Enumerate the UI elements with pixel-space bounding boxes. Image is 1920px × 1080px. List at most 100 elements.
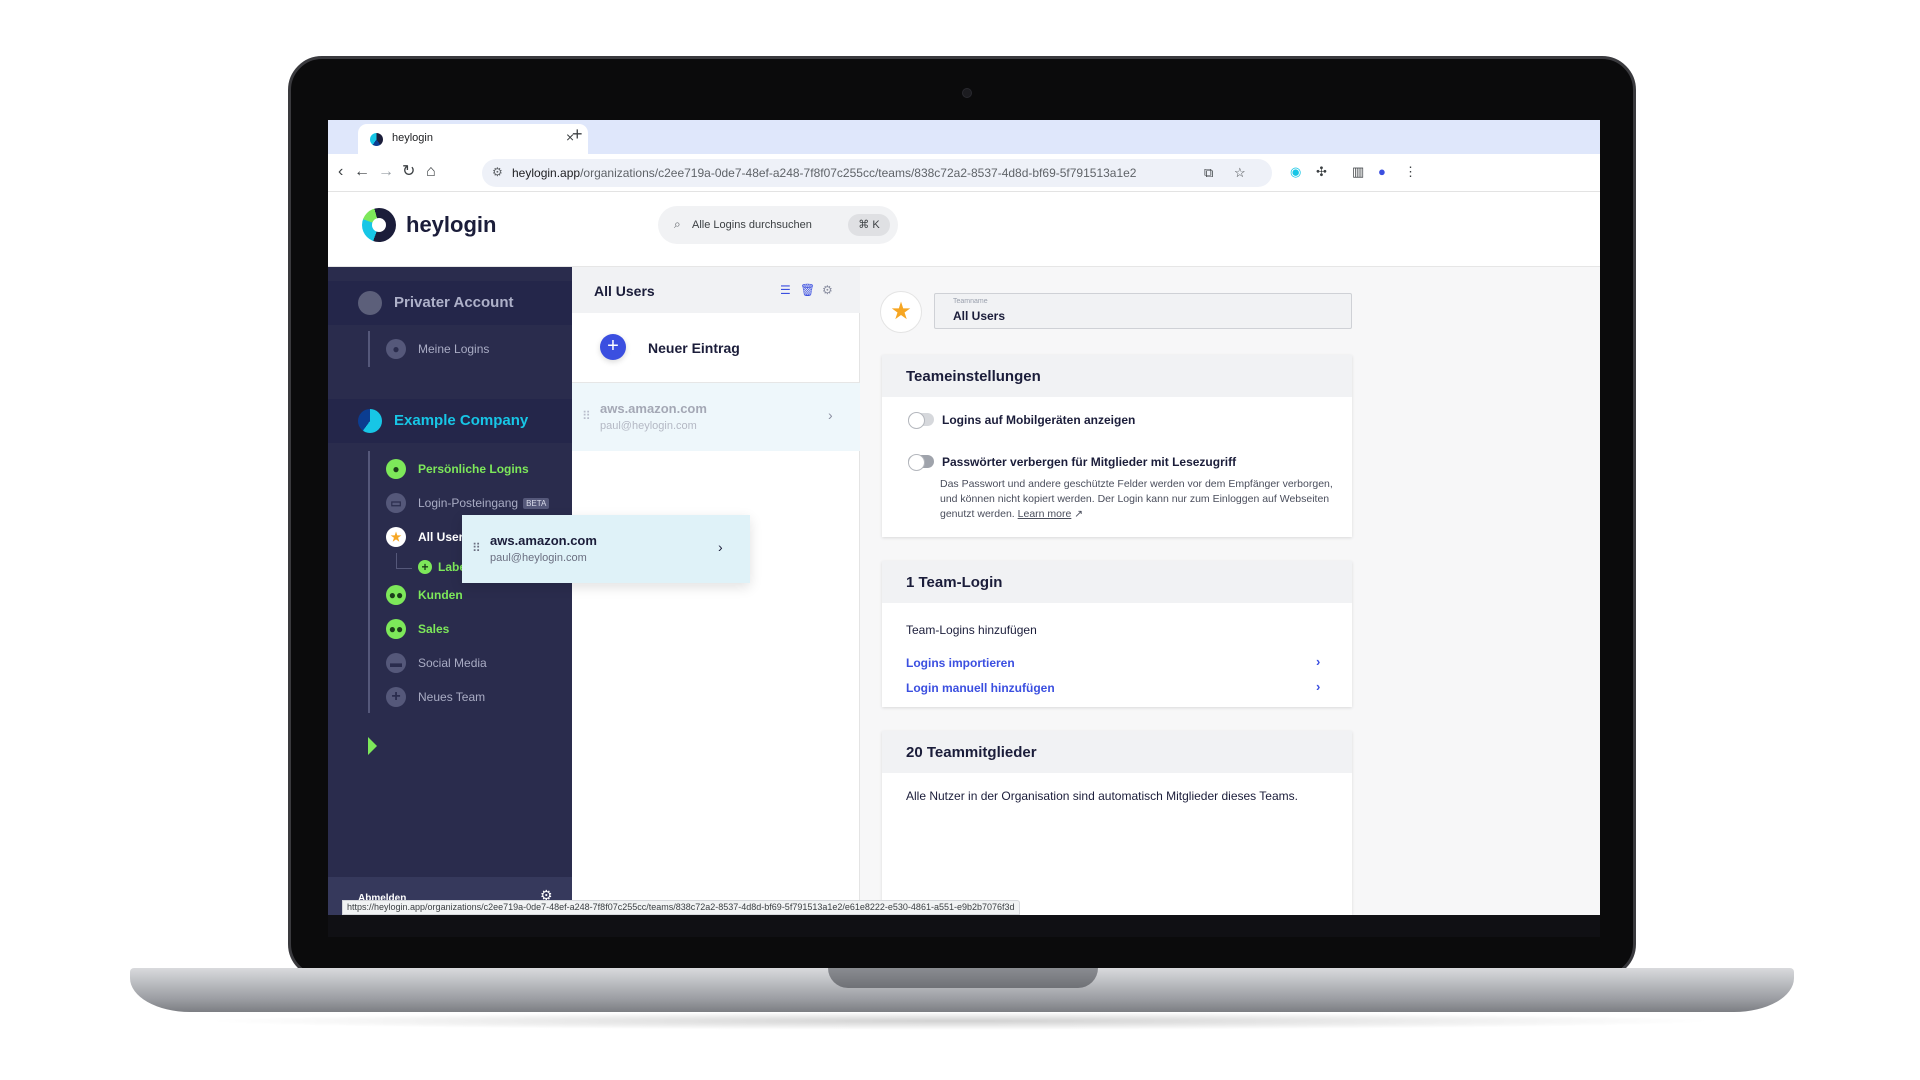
card-subtitle: Team-Logins hinzufügen: [906, 623, 1037, 637]
address-bar[interactable]: ⚙ heylogin.app/organizations/c2ee719a-0d…: [482, 159, 1272, 187]
back-arrow-icon[interactable]: ←: [354, 162, 370, 182]
search-icon: ⌕: [674, 217, 681, 231]
beta-badge: BETA: [523, 498, 550, 509]
extensions-icon[interactable]: ✣: [1316, 164, 1327, 180]
list-header: All Users ☰ 🗑 ⚙: [572, 267, 860, 313]
list-title: All Users: [594, 283, 655, 299]
side-panel-icon[interactable]: ▥: [1352, 164, 1364, 180]
drag-handle-icon[interactable]: ⠿: [472, 541, 481, 555]
card-title: 1 Team-Login: [906, 574, 1003, 591]
team-members-card: 20 Teammitglieder Alle Nutzer in der Org…: [882, 731, 1352, 915]
tree-line: [396, 568, 412, 569]
chevron-right-icon[interactable]: ›: [1316, 679, 1320, 694]
external-link-icon: ↗: [1074, 508, 1084, 520]
mobile-logins-toggle[interactable]: [908, 412, 934, 429]
screen-chin: [328, 915, 1600, 937]
browser-tabbar: heylogin × +: [328, 120, 1600, 154]
learn-more-link[interactable]: Learn more: [1018, 508, 1072, 520]
site-settings-icon[interactable]: ⚙: [492, 165, 503, 179]
bookmark-star-icon[interactable]: ☆: [1234, 165, 1246, 181]
app-header: heylogin ⌕ Alle Logins durchsuchen ⌘ K: [328, 192, 1600, 267]
card-title: Teameinstellungen: [906, 368, 1041, 385]
star-icon[interactable]: ★: [880, 291, 922, 333]
browser-tab[interactable]: heylogin ×: [358, 124, 588, 154]
toggle-label: Passwörter verbergen für Mitglieder mit …: [942, 455, 1237, 469]
sidebar-item-meine-logins[interactable]: ● Meine Logins: [386, 337, 566, 363]
active-indicator-icon: [368, 737, 377, 755]
sidebar-item-sales[interactable]: ●● Sales: [386, 617, 566, 643]
login-list: All Users ☰ 🗑 ⚙ + Neuer Eintrag ⠿ aws.am…: [572, 267, 860, 915]
sunglasses-icon: ▬: [386, 653, 406, 673]
sidebar-section-private[interactable]: Privater Account: [328, 281, 572, 325]
search-input[interactable]: ⌕ Alle Logins durchsuchen ⌘ K: [658, 206, 898, 244]
add-login-manually-link[interactable]: Login manuell hinzufügen: [906, 681, 1055, 695]
sidebar-item-label: Meine Logins: [418, 342, 490, 356]
browser-toolbar: ‹ ← → ↻ ⌂ ⚙ heylogin.app/organizations/c…: [328, 154, 1600, 192]
install-app-icon[interactable]: ⧉: [1204, 165, 1213, 181]
laptop-shadow: [200, 1012, 1720, 1030]
team-icon: ●●: [386, 619, 406, 639]
chevron-right-icon[interactable]: ›: [1316, 654, 1320, 669]
plus-icon: +: [386, 687, 406, 707]
search-placeholder: Alle Logins durchsuchen: [692, 219, 812, 231]
logo-text[interactable]: heylogin: [406, 212, 496, 238]
sidebar-item-kunden[interactable]: ●● Kunden: [386, 583, 566, 609]
chevron-right-icon: ›: [718, 539, 723, 555]
sidebar-item-persoenliche-logins[interactable]: ● Persönliche Logins: [386, 457, 566, 483]
new-tab-icon[interactable]: +: [572, 125, 583, 143]
sidebar-section-title: Example Company: [394, 412, 529, 429]
import-logins-link[interactable]: Logins importieren: [906, 656, 1015, 670]
card-header: 20 Teammitglieder: [882, 731, 1352, 773]
sidebar-item-label: Neues Team: [418, 690, 486, 704]
screen: heylogin × + ‹ ← → ↻ ⌂ ⚙ heylogin.app/or…: [328, 120, 1600, 915]
tree-line: [368, 451, 370, 713]
sidebar-item-social-media[interactable]: ▬ Social Media: [386, 651, 566, 677]
profile-icon[interactable]: ●: [1378, 164, 1386, 179]
teamname-field[interactable]: Teamname All Users: [934, 293, 1352, 329]
list-view-icon[interactable]: ☰: [780, 283, 791, 297]
back-arrow-icon[interactable]: ‹: [338, 162, 343, 182]
sidebar-item-login-posteingang[interactable]: ▭ Login-Posteingang BETA: [386, 491, 566, 517]
heylogin-favicon-icon: [370, 133, 383, 146]
drag-ghost-item[interactable]: ⠿ aws.amazon.com paul@heylogin.com ›: [462, 515, 750, 583]
card-header: Teameinstellungen: [882, 355, 1352, 397]
team-icon: ●●: [386, 585, 406, 605]
heylogin-logo-icon[interactable]: [362, 208, 396, 242]
user-icon: ●: [386, 339, 406, 359]
heylogin-extension-icon[interactable]: ◉: [1290, 164, 1301, 180]
new-entry-button[interactable]: + Neuer Eintrag: [572, 313, 860, 383]
plus-icon: +: [418, 560, 432, 574]
card-header: 1 Team-Login: [882, 561, 1352, 603]
toggle-description: Das Passwort und andere geschützte Felde…: [940, 478, 1333, 520]
plus-icon: +: [600, 334, 626, 360]
toggle-label: Logins auf Mobilgeräten anzeigen: [942, 413, 1136, 427]
sidebar-section-company[interactable]: Example Company: [328, 399, 572, 443]
members-info-text: Alle Nutzer in der Organisation sind aut…: [906, 789, 1298, 803]
sidebar-item-label: Social Media: [418, 656, 487, 670]
gear-icon[interactable]: ⚙: [822, 283, 833, 297]
drag-handle-icon[interactable]: ⠿: [582, 409, 591, 423]
list-item[interactable]: ⠿ aws.amazon.com paul@heylogin.com ›: [572, 383, 860, 451]
teamname-caption: Teamname: [953, 298, 988, 305]
list-item-subtitle: paul@heylogin.com: [490, 552, 587, 564]
new-entry-label: Neuer Eintrag: [648, 340, 740, 356]
sidebar-item-label: Persönliche Logins: [418, 462, 529, 476]
home-icon[interactable]: ⌂: [426, 162, 436, 182]
user-icon: [358, 291, 382, 315]
star-icon: ★: [386, 527, 406, 547]
reload-icon[interactable]: ↻: [402, 162, 415, 182]
card-title: 20 Teammitglieder: [906, 744, 1037, 761]
list-item-title: aws.amazon.com: [490, 533, 597, 548]
sidebar: Privater Account ● Meine Logins Example …: [328, 267, 572, 915]
teamname-value: All Users: [953, 309, 1006, 323]
tab-title: heylogin: [392, 132, 433, 144]
sidebar-item-label: Kunden: [418, 588, 463, 602]
stage: heylogin × + ‹ ← → ↻ ⌂ ⚙ heylogin.app/or…: [0, 0, 1920, 1080]
forward-arrow-icon[interactable]: →: [378, 162, 394, 182]
sidebar-item-neues-team[interactable]: + Neues Team: [386, 685, 566, 711]
company-logo-icon: [358, 409, 382, 433]
menu-dots-icon[interactable]: ⋮: [1404, 164, 1417, 180]
trash-icon[interactable]: 🗑: [800, 283, 815, 297]
laptop-notch: [828, 968, 1098, 988]
hide-passwords-toggle[interactable]: [908, 454, 934, 471]
